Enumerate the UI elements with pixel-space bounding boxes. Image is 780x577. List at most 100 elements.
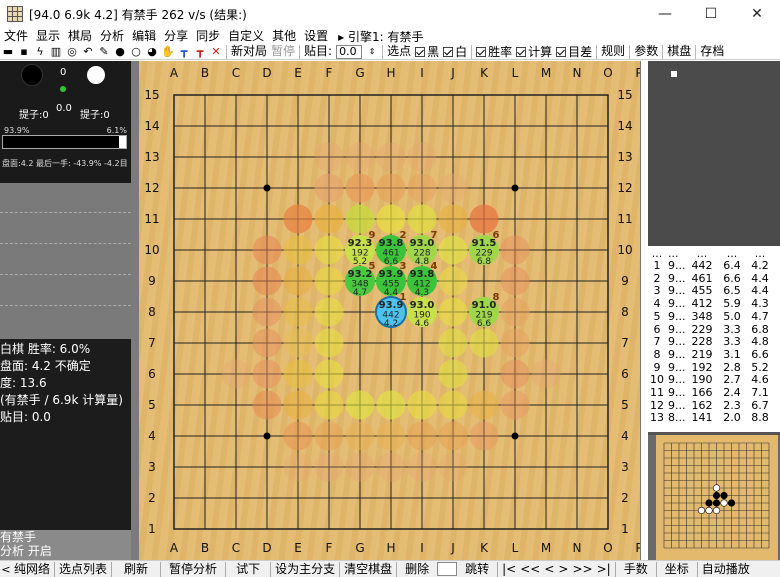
bottom-bar: < 纯网络 选点列表 刷新 暂停分析 试下 设为主分支 清空棋盘 删除 跳转 |… xyxy=(0,560,780,577)
list-row[interactable]: 9 9... 192 2.8 5.2 xyxy=(648,362,780,374)
blue-cross-icon[interactable]: ┳ xyxy=(177,45,191,59)
jump-move-input[interactable] xyxy=(437,562,458,576)
menu-sync[interactable]: 同步 xyxy=(192,28,224,44)
list-row[interactable]: 6 9... 229 3.3 6.8 xyxy=(648,324,780,336)
pause-button[interactable]: 暂停 xyxy=(269,44,297,59)
heatmap-candidate xyxy=(500,359,530,389)
target-icon[interactable]: ◎ xyxy=(65,45,79,59)
heatmap-candidate xyxy=(376,421,406,451)
open-folder-icon[interactable]: ▬ xyxy=(1,45,15,59)
menu-settings[interactable]: 设置 xyxy=(300,28,332,44)
spinner-icon[interactable]: ⇕ xyxy=(365,45,379,59)
minimize-button[interactable]: — xyxy=(642,0,688,28)
list-cell: 162 xyxy=(691,399,713,412)
delete-button[interactable]: 删除 xyxy=(403,561,431,577)
maximize-button[interactable]: ☐ xyxy=(688,0,734,28)
clear-board-button[interactable]: 清空棋盘 xyxy=(342,561,394,577)
go-board[interactable]: A A B B C C D D E E F F G G H H I I J J K K L L M M N N O O P P 15 15 14 14… xyxy=(139,61,640,560)
pause-analysis-button[interactable]: 暂停分析 xyxy=(167,561,219,577)
menu-share[interactable]: 分享 xyxy=(160,28,192,44)
refresh-button[interactable]: 刷新 xyxy=(122,561,150,577)
list-row[interactable]: 7 9... 228 3.3 4.8 xyxy=(648,336,780,348)
list-row[interactable]: 3 9... 455 6.5 4.4 xyxy=(648,285,780,297)
list-cell: 9... xyxy=(668,348,686,361)
menu-other[interactable]: 其他 xyxy=(268,28,300,44)
list-cell: 2.0 xyxy=(723,412,741,425)
menu-custom[interactable]: 自定义 xyxy=(224,28,268,44)
list-row[interactable]: 5 9... 348 5.0 4.7 xyxy=(648,311,780,323)
calc-checkbox[interactable]: 计算 xyxy=(516,43,552,60)
try-move-button[interactable]: 试下 xyxy=(234,561,262,577)
new-game-button[interactable]: 新对局 xyxy=(229,44,269,59)
list-row[interactable]: 4 9... 412 5.9 4.3 xyxy=(648,298,780,310)
list-row[interactable]: 1 9... 442 6.4 4.2 xyxy=(648,260,780,272)
engine-status: 有禁手 分析 开启 xyxy=(0,530,131,560)
close-button[interactable]: ✕ xyxy=(734,0,780,28)
black-stone-icon[interactable]: ● xyxy=(113,45,127,59)
autoplay-button[interactable]: 自动播放 xyxy=(700,561,752,577)
engine-label[interactable]: ▸ 引擎1: 有禁手 xyxy=(338,28,423,45)
heatmap-candidate xyxy=(345,142,375,172)
column-label: L xyxy=(512,66,519,80)
menu-file[interactable]: 文件 xyxy=(0,28,32,44)
params-button[interactable]: 参数 xyxy=(632,44,660,59)
set-main-branch-button[interactable]: 设为主分支 xyxy=(273,561,337,577)
list-row[interactable]: 12 9... 162 2.3 6.7 xyxy=(648,400,780,412)
jump-button[interactable]: 跳转 xyxy=(463,561,491,577)
komi-input[interactable] xyxy=(336,44,363,59)
back-ten-button[interactable]: << xyxy=(518,561,542,577)
pure-network-button[interactable]: 纯网络 xyxy=(12,561,52,577)
board-canvas[interactable]: AABBCCDDEEFFGGHHIIJJKKLLMMNNOOPP15 1514 14… xyxy=(139,61,640,560)
list-header-cell: ... xyxy=(754,248,766,260)
heatmap-candidate xyxy=(407,452,437,482)
black-checkbox[interactable]: 黑 xyxy=(415,43,439,60)
candidate-list-button[interactable]: 选点列表 xyxy=(57,561,109,577)
hand-icon[interactable]: ✋ xyxy=(161,45,175,59)
gray-stone-icon[interactable]: ◕ xyxy=(145,45,159,59)
white-stone-icon[interactable]: ○ xyxy=(129,45,143,59)
last-move-button[interactable]: >| xyxy=(595,561,613,577)
white-checkbox[interactable]: 白 xyxy=(443,43,467,60)
move-number-button[interactable]: 手数 xyxy=(622,561,650,577)
list-cell: 4.4 xyxy=(751,285,769,298)
lightning-icon[interactable]: ϟ xyxy=(33,45,47,59)
column-label: C xyxy=(232,541,240,555)
bottom-separator xyxy=(54,561,56,577)
board-button[interactable]: 棋盘 xyxy=(665,44,693,59)
winrate-checkbox[interactable]: 胜率 xyxy=(476,43,512,60)
menu-edit[interactable]: 编辑 xyxy=(128,28,160,44)
chart-icon[interactable]: ▥ xyxy=(49,45,63,59)
coordinates-button[interactable]: 坐标 xyxy=(663,561,691,577)
score-diff-checkbox[interactable]: 目差 xyxy=(556,43,592,60)
first-move-button[interactable]: |< xyxy=(500,561,518,577)
list-cell: 3.1 xyxy=(723,348,741,361)
list-cell: 2.3 xyxy=(723,399,741,412)
column-label: E xyxy=(294,541,302,555)
save-button[interactable]: 存档 xyxy=(698,44,726,59)
back-one-button[interactable]: < xyxy=(542,561,556,577)
mini-stone xyxy=(727,499,736,507)
left-arrow-icon[interactable]: < xyxy=(1,562,11,576)
mini-board[interactable] xyxy=(656,435,778,560)
list-row[interactable]: 11 9... 166 2.4 7.1 xyxy=(648,387,780,399)
list-cell: 9... xyxy=(668,298,686,311)
pencil-icon[interactable]: ✎ xyxy=(97,45,111,59)
delete-x-icon[interactable]: ✕ xyxy=(209,45,223,59)
forward-ten-button[interactable]: >> xyxy=(570,561,594,577)
list-row[interactable]: 13 8... 141 2.0 8.8 xyxy=(648,412,780,424)
candidate-label: 4.7 xyxy=(353,288,367,298)
list-row[interactable]: 2 9... 461 6.6 4.4 xyxy=(648,273,780,285)
select-point-button[interactable]: 选点 xyxy=(385,44,413,59)
save-disk-icon[interactable]: ▪ xyxy=(17,45,31,59)
candidate-list[interactable]: ............... 1 9... 442 6.4 4.2 2 9... 461 6.6… xyxy=(648,246,780,432)
list-row[interactable]: 10 9... 190 2.7 4.6 xyxy=(648,374,780,386)
rules-button[interactable]: 规则 xyxy=(599,44,627,59)
undo-icon[interactable]: ↶ xyxy=(81,45,95,59)
menu-analysis[interactable]: 分析 xyxy=(96,28,128,44)
list-row[interactable]: 8 9... 219 3.1 6.6 xyxy=(648,349,780,361)
menu-game[interactable]: 棋局 xyxy=(64,28,96,44)
red-cross-icon[interactable]: ┳ xyxy=(193,45,207,59)
analysis-status[interactable]: 分析 开启 xyxy=(0,544,131,558)
forward-one-button[interactable]: > xyxy=(556,561,570,577)
menu-view[interactable]: 显示 xyxy=(32,28,64,44)
